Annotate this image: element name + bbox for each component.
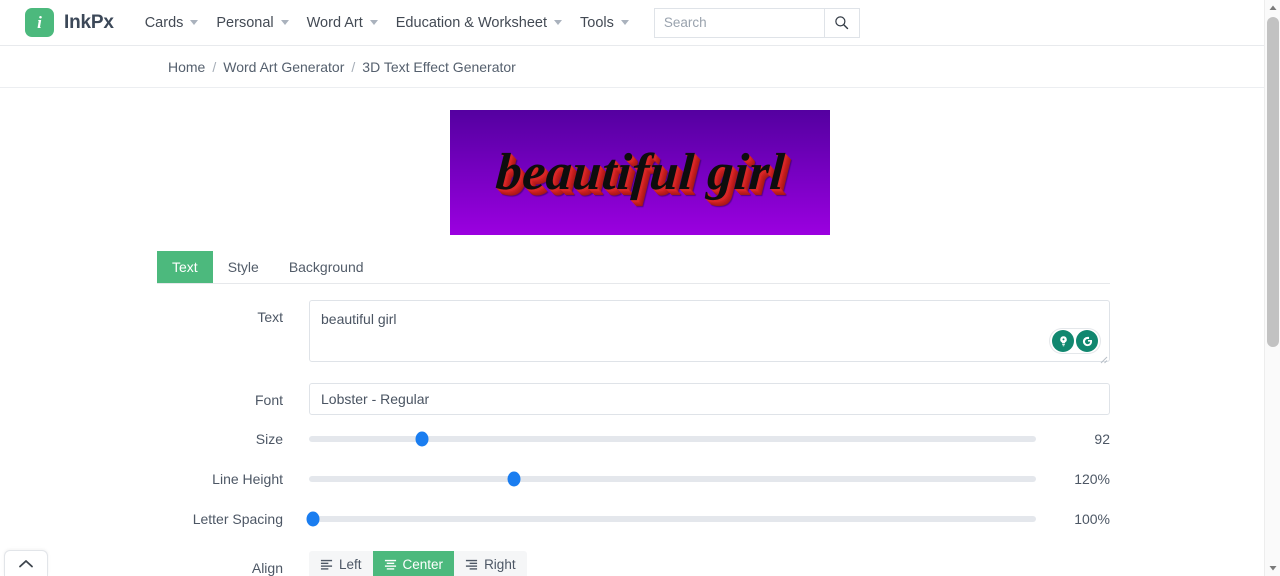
nav-item-tools[interactable]: Tools	[571, 15, 638, 31]
chevron-down-icon	[280, 20, 289, 25]
letter-spacing-slider-track[interactable]	[306, 511, 1036, 527]
lightbulb-icon	[1059, 335, 1067, 346]
editor-tabs-container: Text Style Background	[0, 251, 1280, 284]
nav-item-cards[interactable]: Cards	[136, 15, 208, 31]
search-icon	[835, 16, 849, 30]
breadcrumb-item-word-art-generator[interactable]: Word Art Generator	[223, 59, 344, 75]
scroll-down-arrow-icon	[1269, 566, 1277, 571]
tab-text[interactable]: Text	[157, 251, 213, 283]
line-height-slider-value: 120%	[1074, 471, 1110, 487]
text-art-preview-canvas[interactable]: beautiful girl	[450, 110, 830, 235]
tab-style[interactable]: Style	[213, 251, 274, 283]
site-header: i InkPx Cards Personal Word Art Educatio…	[0, 0, 1280, 46]
font-field-wrapper	[309, 383, 1110, 415]
search-input[interactable]	[653, 7, 824, 38]
lightbulb-suggestion-button[interactable]	[1052, 330, 1074, 352]
breadcrumb-separator: /	[351, 58, 356, 75]
app-window: i InkPx Cards Personal Word Art Educatio…	[0, 0, 1280, 576]
text-field-label: Text	[257, 309, 283, 325]
scroll-up-arrow-icon	[1269, 5, 1277, 10]
preview-art-text: beautiful girl	[493, 144, 787, 201]
nav-item-label: Tools	[580, 14, 614, 31]
search-bar	[653, 7, 860, 38]
align-center-label: Center	[402, 557, 444, 572]
editor-tabs: Text Style Background	[157, 251, 1110, 284]
nav-item-word-art[interactable]: Word Art	[298, 15, 387, 31]
align-left-icon	[320, 559, 333, 570]
writing-assistant-widget	[1050, 329, 1100, 353]
align-field-wrapper: Left Center Right	[309, 551, 1110, 576]
form-row-font: Font	[157, 383, 1110, 415]
form-row-letter-spacing: Letter Spacing 100%	[157, 511, 1110, 527]
line-height-slider-track[interactable]	[309, 471, 1036, 487]
scrollbar-thumb[interactable]	[1267, 17, 1279, 347]
refresh-suggestions-button[interactable]	[1076, 330, 1098, 352]
letter-spacing-slider-label: Letter Spacing	[192, 511, 283, 527]
brand-name[interactable]: InkPx	[64, 12, 114, 34]
align-button-group: Left Center Right	[309, 551, 527, 576]
size-slider-value: 92	[1094, 431, 1110, 447]
letter-spacing-slider-field: 100%	[306, 511, 1110, 527]
align-right-label: Right	[484, 557, 516, 572]
form-row-text: Text beautiful girl	[157, 300, 1110, 367]
nav-item-personal[interactable]: Personal	[207, 15, 297, 31]
form-row-line-height: Line Height 120%	[157, 471, 1110, 487]
breadcrumb-item-current: 3D Text Effect Generator	[362, 58, 516, 75]
search-button[interactable]	[823, 7, 860, 38]
nav-item-label: Cards	[144, 14, 184, 31]
refresh-icon	[1082, 336, 1092, 346]
chevron-down-icon	[554, 20, 563, 25]
size-slider-label: Size	[255, 431, 283, 447]
letter-spacing-slider-value: 100%	[1074, 511, 1110, 527]
collapse-panel-toggle[interactable]	[4, 550, 48, 576]
text-input[interactable]: beautiful girl	[309, 300, 1110, 362]
breadcrumb-item-home[interactable]: Home	[168, 59, 205, 75]
scrollbar-down-button[interactable]	[1265, 560, 1280, 576]
breadcrumb: Home / Word Art Generator / 3D Text Effe…	[0, 46, 1280, 88]
font-select-input[interactable]	[309, 383, 1110, 415]
size-slider-track[interactable]	[309, 431, 1036, 447]
preview-area: beautiful girl	[0, 88, 1280, 235]
letter-spacing-slider-thumb[interactable]	[306, 511, 320, 527]
form-row-size: Size 92	[157, 431, 1110, 447]
nav-item-education-worksheet[interactable]: Education & Worksheet	[387, 15, 571, 31]
align-center-icon	[384, 559, 396, 570]
form-row-align: Align Left Center Right	[157, 551, 1110, 576]
chevron-down-icon	[620, 20, 629, 25]
breadcrumb-separator: /	[212, 58, 217, 75]
size-slider-field: 92	[309, 431, 1110, 447]
align-left-label: Left	[339, 557, 362, 572]
nav-item-label: Word Art	[306, 14, 363, 31]
line-height-slider-field: 120%	[309, 471, 1110, 487]
align-center-button[interactable]: Center	[372, 551, 455, 576]
chevron-up-icon	[19, 559, 33, 567]
align-right-icon	[465, 559, 478, 570]
line-height-slider-label: Line Height	[212, 471, 283, 487]
line-height-slider-thumb[interactable]	[507, 471, 521, 487]
tab-background[interactable]: Background	[274, 251, 379, 283]
nav-item-label: Personal	[216, 14, 274, 31]
align-label: Align	[251, 560, 283, 576]
nav-item-label: Education & Worksheet	[395, 14, 548, 31]
text-field-wrapper: beautiful girl	[309, 300, 1110, 367]
logo-icon[interactable]: i	[25, 8, 54, 37]
logo-glyph: i	[37, 13, 42, 32]
vertical-scrollbar[interactable]	[1264, 0, 1280, 576]
chevron-down-icon	[369, 20, 378, 25]
chevron-down-icon	[190, 20, 199, 25]
size-slider-thumb[interactable]	[415, 431, 429, 447]
align-right-button[interactable]: Right	[454, 551, 527, 576]
text-settings-form: Text beautiful girl Font Lobster - Regul…	[0, 284, 1280, 576]
font-field-label: Font	[254, 392, 283, 408]
main-nav: Cards Personal Word Art Education & Work…	[136, 15, 638, 31]
scrollbar-up-button[interactable]	[1265, 0, 1280, 16]
align-left-button[interactable]: Left	[309, 551, 373, 576]
